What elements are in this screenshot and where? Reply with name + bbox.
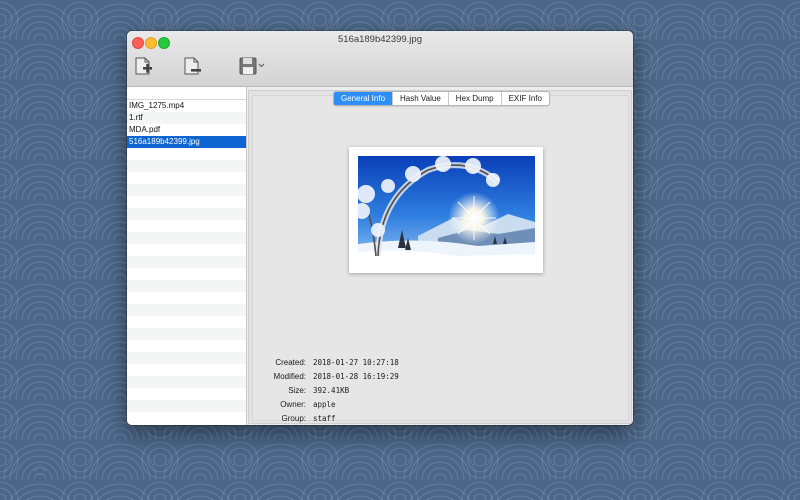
app-window: 516a189b42399.jpg IMG_1275.mp4 1.rtf MDA… (127, 31, 633, 425)
created-value: 2018-01-27 10:27:18 (313, 358, 399, 367)
file-list-empty-row (127, 268, 246, 280)
titlebar: 516a189b42399.jpg (127, 31, 633, 87)
group-label: Group: (281, 414, 306, 423)
save-disk-icon (239, 57, 265, 75)
save-menu-button[interactable] (238, 55, 268, 77)
info-row-owner: Owner: apple (253, 398, 628, 412)
content-area: General Info Hash Value Hex Dump EXIF In… (248, 90, 632, 424)
file-list-empty-row (127, 256, 246, 268)
file-list: IMG_1275.mp4 1.rtf MDA.pdf 516a189b42399.jp… (127, 87, 247, 425)
file-list-empty-row (127, 160, 246, 172)
file-list-empty-row (127, 364, 246, 376)
modified-label: Modified: (273, 372, 306, 381)
file-list-header (127, 87, 246, 100)
remove-file-icon (184, 57, 201, 75)
info-row-group: Group: staff (253, 412, 628, 425)
file-list-empty-row (127, 172, 246, 184)
file-list-empty-row (127, 208, 246, 220)
preview-photo (358, 156, 535, 266)
size-value: 392.41KB (313, 386, 350, 395)
file-list-empty-row (127, 376, 246, 388)
file-list-item[interactable]: 1.rtf (127, 112, 246, 124)
tab-hex-dump[interactable]: Hex Dump (447, 92, 501, 105)
info-row-size: Size: 392.41KB (253, 384, 628, 398)
file-list-empty-row (127, 148, 246, 160)
file-list-empty-row (127, 304, 246, 316)
file-list-empty-row (127, 292, 246, 304)
info-row-modified: Modified: 2018-01-28 16:19:29 (253, 370, 628, 384)
add-file-button[interactable] (133, 55, 155, 77)
file-list-empty-row (127, 400, 246, 412)
file-list-empty-row (127, 316, 246, 328)
owner-value: apple (313, 400, 336, 409)
add-file-icon (135, 57, 152, 75)
group-value: staff (313, 414, 336, 423)
file-list-empty-row (127, 340, 246, 352)
file-list-empty-row (127, 232, 246, 244)
modified-value: 2018-01-28 16:19:29 (313, 372, 399, 381)
file-list-item[interactable]: IMG_1275.mp4 (127, 100, 246, 112)
file-list-item[interactable]: 516a189b42399.jpg (127, 136, 246, 148)
tab-hash-value[interactable]: Hash Value (392, 92, 448, 105)
file-list-item[interactable]: MDA.pdf (127, 124, 246, 136)
file-list-empty-row (127, 184, 246, 196)
file-list-empty-row (127, 388, 246, 400)
info-row-created: Created: 2018-01-27 10:27:18 (253, 356, 628, 370)
window-title: 516a189b42399.jpg (337, 34, 422, 45)
file-list-empty-row (127, 280, 246, 292)
file-list-empty-row (127, 244, 246, 256)
tab-exif-info[interactable]: EXIF Info (500, 92, 549, 105)
file-info: Created: 2018-01-27 10:27:18 Modified: 2… (253, 356, 628, 425)
file-list-empty-row (127, 196, 246, 208)
image-preview (349, 147, 543, 273)
size-label: Size: (288, 386, 306, 395)
tab-bar: General Info Hash Value Hex Dump EXIF In… (333, 91, 550, 106)
remove-file-button[interactable] (182, 55, 204, 77)
file-list-empty-row (127, 328, 246, 340)
file-list-empty-row (127, 352, 246, 364)
created-label: Created: (275, 358, 306, 367)
owner-label: Owner: (280, 400, 306, 409)
file-list-empty-row (127, 412, 246, 424)
info-panel: General Info Hash Value Hex Dump EXIF In… (252, 91, 629, 423)
tab-general-info[interactable]: General Info (334, 92, 393, 105)
file-list-empty-row (127, 220, 246, 232)
